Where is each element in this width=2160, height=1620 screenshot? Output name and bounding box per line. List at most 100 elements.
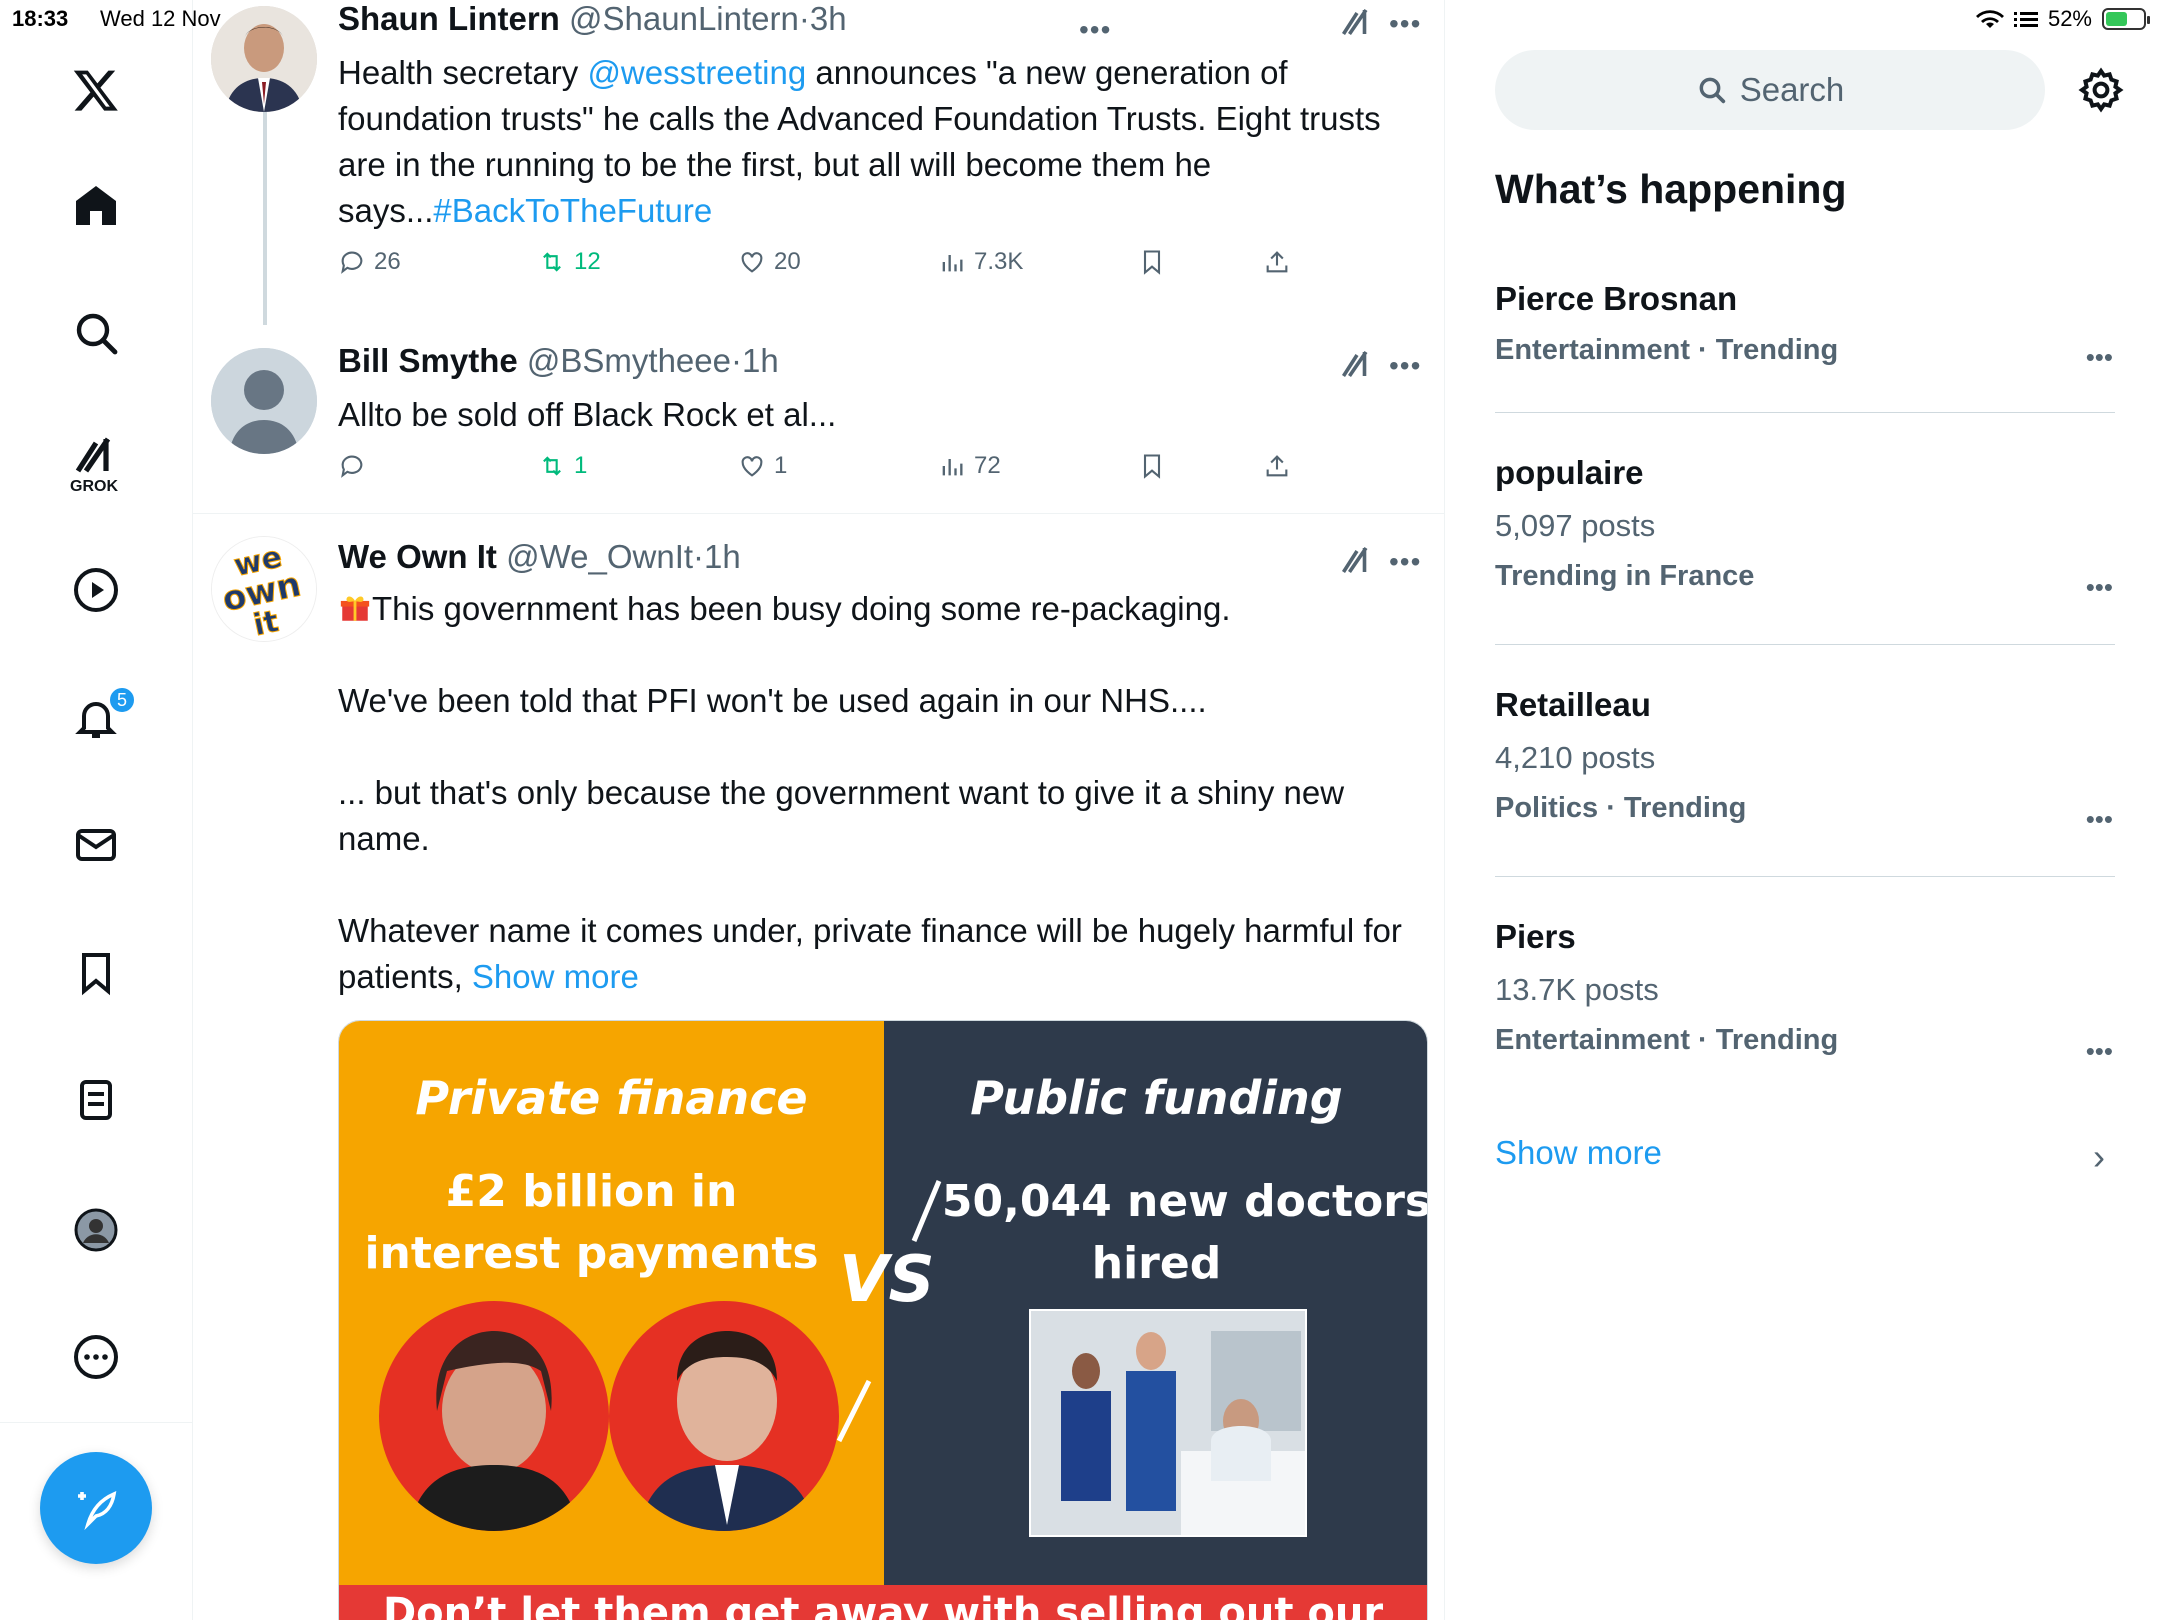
views-count: 7.3K: [974, 248, 1024, 275]
share-icon: [1266, 251, 1288, 273]
wifi-icon: [1975, 10, 2004, 28]
show-more-link[interactable]: Show more: [472, 958, 639, 995]
messages-mail-icon[interactable]: [56, 805, 136, 885]
avatar[interactable]: [211, 348, 317, 454]
author-handle[interactable]: @We_OwnIt: [506, 538, 693, 575]
lists-icon[interactable]: [56, 1060, 136, 1140]
trend-more-icon[interactable]: •••: [2086, 1036, 2113, 1067]
author-name[interactable]: We Own It: [338, 538, 497, 575]
repost-icon: [543, 252, 561, 272]
reply-button[interactable]: 26: [338, 248, 401, 276]
compose-feather-icon: [78, 1491, 117, 1531]
tweet-text: This government has been busy doing some…: [338, 586, 1418, 1000]
like-button[interactable]: 1: [738, 452, 787, 480]
tweet-actions: 26 12 20 7.3K: [338, 248, 1338, 288]
search-placeholder: Search: [1739, 71, 1845, 108]
heart-icon: [741, 252, 763, 273]
tweet-paragraph: ... but that's only because the governme…: [338, 774, 1345, 857]
author-handle[interactable]: @BSmytheee: [527, 342, 731, 379]
trend-context: Entertainment · Trending: [1495, 334, 1839, 366]
trend-separator: [1495, 644, 2115, 645]
whats-happening-title: What’s happening: [1495, 166, 1847, 212]
status-bar: 18:33 Wed 12 Nov 52%: [0, 0, 2160, 40]
trend-context: Entertainment · Trending: [1495, 1024, 1839, 1056]
repost-icon: [543, 456, 561, 476]
more-icon[interactable]: •••: [1389, 546, 1425, 577]
tweet-text: Health secretary @wesstreeting announces…: [338, 54, 1381, 229]
trend-item[interactable]: Piers 13.7K posts Entertainment · Trendi…: [1495, 918, 2115, 1066]
trend-item[interactable]: populaire 5,097 posts Trending in France…: [1495, 454, 2115, 602]
timeline: Shaun Lintern @ShaunLintern·3h ••• ••• H…: [193, 0, 1445, 1620]
show-more-trends-link[interactable]: Show more: [1495, 1134, 1662, 1172]
right-sidebar: Search What’s happening Pierce Brosnan E…: [1445, 0, 2160, 1620]
trend-name: Piers: [1495, 918, 1576, 955]
dot-separator: ·: [730, 342, 742, 379]
repost-button[interactable]: 1: [538, 452, 587, 480]
more-options-icon[interactable]: [56, 1317, 136, 1397]
profile-avatar-icon[interactable]: [56, 1190, 136, 1270]
status-right: 52%: [1975, 6, 2150, 32]
grok-label: GROK: [70, 478, 118, 495]
repost-count: 12: [574, 248, 601, 275]
thread-line: [263, 110, 267, 325]
more-icon[interactable]: •••: [1389, 350, 1425, 381]
mention-link[interactable]: @wesstreeting: [587, 54, 806, 91]
status-date: Wed 12 Nov: [100, 6, 221, 31]
repost-count: 1: [574, 452, 588, 479]
image-right-sub-2: hired: [1091, 1238, 1222, 1289]
notifications-badge: 5: [108, 686, 136, 714]
trend-separator: [1495, 876, 2115, 877]
tweet-paragraph: We've been told that PFI won't be used a…: [338, 682, 1207, 719]
views-count: 72: [974, 452, 1001, 479]
share-button[interactable]: [1263, 248, 1291, 276]
tweet[interactable]: Bill Smythe @BSmytheee·1h ••• Allto be s…: [193, 330, 1444, 515]
share-button[interactable]: [1263, 452, 1291, 480]
trend-more-icon[interactable]: •••: [2086, 342, 2113, 373]
explore-search-icon[interactable]: [56, 293, 136, 373]
list-icon: [2013, 12, 2038, 27]
tweet[interactable]: Shaun Lintern @ShaunLintern·3h ••• ••• H…: [193, 0, 1444, 325]
chevron-right-icon: ›: [2093, 1136, 2105, 1177]
status-time: 18:33: [12, 6, 69, 31]
repost-button[interactable]: 12: [538, 248, 601, 276]
bookmark-button[interactable]: [1138, 248, 1166, 276]
trend-separator: [1495, 412, 2115, 413]
search-input[interactable]: Search: [1495, 50, 2045, 130]
compose-post-button[interactable]: [40, 1452, 152, 1564]
settings-gear-icon[interactable]: [2077, 66, 2125, 114]
trend-more-icon[interactable]: •••: [2086, 572, 2113, 603]
like-button[interactable]: 20: [738, 248, 801, 276]
tweet-time[interactable]: 1h: [704, 538, 741, 575]
x-logo-icon[interactable]: [56, 50, 136, 130]
bookmark-icon: [1143, 454, 1161, 479]
trend-item[interactable]: Retailleau 4,210 posts Politics · Trendi…: [1495, 686, 2115, 834]
bookmark-button[interactable]: [1138, 452, 1166, 480]
hashtag-link[interactable]: #BackToTheFuture: [433, 192, 712, 229]
grok-icon[interactable]: [1339, 346, 1375, 382]
trend-more-icon[interactable]: •••: [2086, 804, 2113, 835]
avatar[interactable]: we own it: [211, 536, 317, 642]
image-left-sub-1: £2 billion in: [445, 1166, 738, 1217]
trend-context: Politics · Trending: [1495, 792, 1747, 824]
video-play-icon[interactable]: [56, 550, 136, 630]
reply-button[interactable]: [338, 452, 374, 480]
image-right-title: Public funding: [970, 1071, 1343, 1125]
views-button[interactable]: 7.3K: [938, 248, 1023, 276]
trend-name: populaire: [1495, 454, 1644, 491]
bookmarks-icon[interactable]: [56, 933, 136, 1013]
image-photo-right-person: [609, 1301, 839, 1531]
trend-post-count: 13.7K posts: [1495, 972, 1659, 1007]
tweet-image[interactable]: Private finance Public funding £2 billio…: [338, 1020, 1428, 1620]
reply-count: 26: [374, 248, 401, 275]
tweet-paragraph: This government has been busy doing some…: [338, 586, 1418, 632]
tweet-time[interactable]: 1h: [742, 342, 779, 379]
trend-name: Retailleau: [1495, 686, 1651, 723]
trend-item[interactable]: Pierce Brosnan Entertainment · Trending …: [1495, 280, 2115, 372]
views-button[interactable]: 72: [938, 452, 1001, 480]
author-name[interactable]: Bill Smythe: [338, 342, 518, 379]
grok-icon[interactable]: [1339, 542, 1375, 578]
tweet-actions: 1 1 72: [338, 452, 1338, 492]
reply-icon: [341, 455, 363, 478]
home-icon[interactable]: [56, 165, 136, 245]
like-count: 1: [774, 452, 788, 479]
